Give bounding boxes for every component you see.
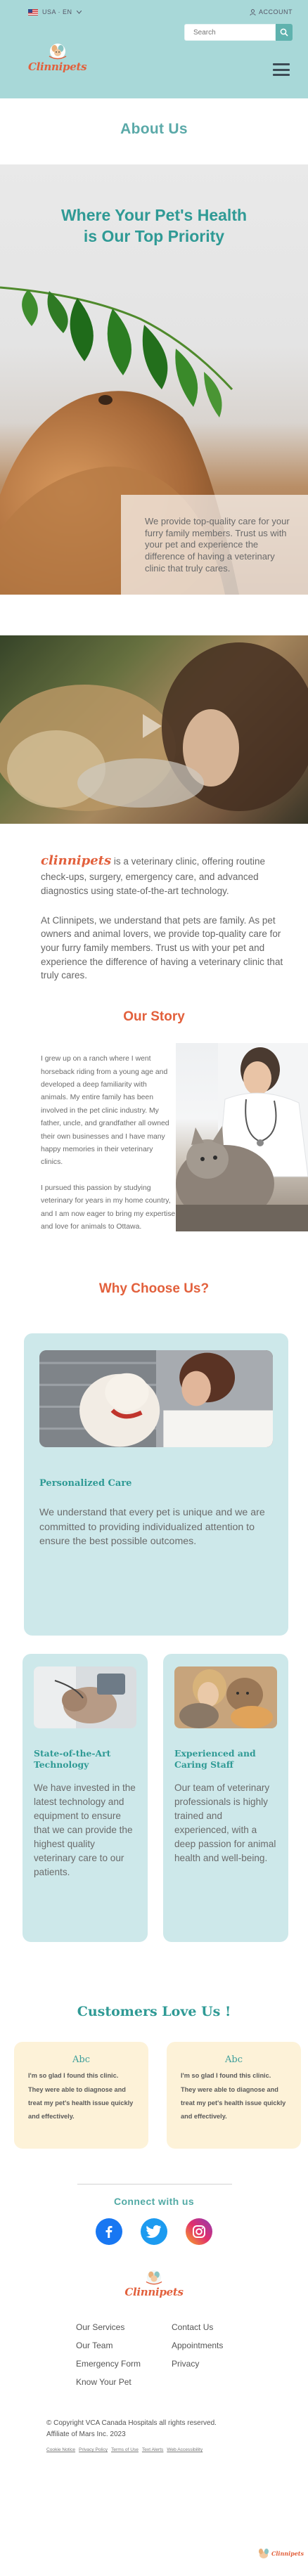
footer-link-emergency[interactable]: Emergency Form xyxy=(76,2355,172,2373)
user-icon xyxy=(250,8,256,15)
intro-section: clinnipets is a veterinary clinic, offer… xyxy=(0,824,308,983)
vet-equipment-photo xyxy=(34,1666,136,1729)
story-title: Our Story xyxy=(123,1009,185,1025)
video-player[interactable] xyxy=(0,635,308,824)
vet-equipment-illustration xyxy=(34,1666,136,1729)
feature-card-title: Personalized Care xyxy=(39,1478,132,1489)
testimonial-author: Abc xyxy=(225,2054,243,2066)
site-header: USA · EN ACCOUNT Clinnipets xyxy=(0,0,308,98)
page-title: About Us xyxy=(120,121,188,137)
feature-card-body: Our team of veterinary professionals is … xyxy=(174,1782,276,1864)
hero-title-line: Where Your Pet's Health xyxy=(60,206,248,224)
story-text: I grew up on a ranch where I went horseb… xyxy=(0,1053,176,1234)
menu-line-icon xyxy=(273,63,290,65)
story-section: I grew up on a ranch where I went horseb… xyxy=(0,1043,308,1234)
language-selector[interactable]: USA · EN xyxy=(28,8,82,15)
footer-link-contact[interactable]: Contact Us xyxy=(172,2318,267,2336)
footer-column: Our Services Our Team Emergency Form Kno… xyxy=(76,2318,172,2391)
legal-link-privacy[interactable]: Privacy Policy xyxy=(79,2447,108,2452)
footer-links: Our Services Our Team Emergency Form Kno… xyxy=(76,2318,308,2391)
corner-logo-text: Clinnipets xyxy=(271,2550,304,2557)
footer-logo[interactable]: Clinnipets xyxy=(0,2269,308,2298)
facebook-link[interactable] xyxy=(96,2218,122,2246)
us-flag-icon xyxy=(28,8,38,15)
testimonial-card: Abc I'm so glad I found this clinic. The… xyxy=(167,2042,301,2149)
social-links xyxy=(0,2218,308,2246)
footer-link-privacy[interactable]: Privacy xyxy=(172,2355,267,2373)
hero-title: Where Your Pet's Health is Our Top Prior… xyxy=(0,205,308,247)
corner-logo: Clinnipets xyxy=(257,2548,304,2559)
testimonials-row: Abc I'm so glad I found this clinic. The… xyxy=(14,2042,301,2149)
feature-card-title: State-of-the-Art Technology xyxy=(34,1748,111,1770)
search-input[interactable] xyxy=(184,24,276,41)
hero-card-text: We provide top-quality care for your fur… xyxy=(145,516,290,574)
intro-paragraph: At Clinnipets, we understand that pets a… xyxy=(41,914,283,981)
footer-link-services[interactable]: Our Services xyxy=(76,2318,172,2336)
account-link[interactable]: ACCOUNT xyxy=(250,8,293,15)
why-title: Why Choose Us? xyxy=(98,1281,210,1297)
feature-cards-row: State-of-the-Art Technology We have inve… xyxy=(23,1654,288,1943)
copyright: © Copyright VCA Canada Hospitals all rig… xyxy=(46,2418,308,2440)
footer-column: Contact Us Appointments Privacy xyxy=(172,2318,267,2391)
testimonial-card: Abc I'm so glad I found this clinic. The… xyxy=(14,2042,148,2149)
vet-photo-illustration xyxy=(176,1043,308,1232)
connect-title: Connect with us xyxy=(113,2196,195,2208)
footer-link-know-pet[interactable]: Know Your Pet xyxy=(76,2373,172,2391)
logo-text: Clinnipets xyxy=(28,60,87,73)
dog-hug-photo xyxy=(39,1350,273,1448)
legal-links: Cookie Notice Privacy Policy Terms of Us… xyxy=(46,2447,308,2452)
staff-with-cats-photo xyxy=(174,1666,277,1729)
feature-card: Experienced and Caring Staff Our team of… xyxy=(163,1654,288,1943)
top-bar: USA · EN ACCOUNT xyxy=(0,0,308,15)
feature-card: Personalized Care We understand that eve… xyxy=(24,1333,288,1636)
hero-card: We provide top-quality care for your fur… xyxy=(121,495,308,595)
language-label: USA · EN xyxy=(42,8,72,15)
feature-card-body: We understand that every pet is unique a… xyxy=(39,1507,265,1548)
copyright-line: © Copyright VCA Canada Hospitals all rig… xyxy=(46,2419,217,2428)
chevron-down-icon xyxy=(76,10,82,14)
legal-link-text-alerts[interactable]: Text Alerts xyxy=(142,2447,163,2452)
testimonials-title: Customers Love Us ! xyxy=(77,2004,231,2020)
staff-with-cats-illustration xyxy=(174,1666,277,1729)
play-icon[interactable] xyxy=(132,708,167,744)
search-button[interactable] xyxy=(276,24,293,41)
testimonial-author: Abc xyxy=(72,2054,90,2066)
vet-with-cat-photo xyxy=(176,1043,308,1232)
story-paragraph: I pursued this passion by studying veter… xyxy=(41,1184,176,1231)
intro-paragraph: clinnipets is a veterinary clinic, offer… xyxy=(41,852,287,898)
feature-card: State-of-the-Art Technology We have inve… xyxy=(23,1654,148,1943)
logo-text: Clinnipets xyxy=(124,2286,184,2299)
legal-link-terms[interactable]: Terms of Use xyxy=(111,2447,139,2452)
search-icon xyxy=(280,28,288,37)
footer-link-appointments[interactable]: Appointments xyxy=(172,2336,267,2355)
divider xyxy=(77,2184,232,2185)
menu-line-icon xyxy=(273,68,290,71)
dog-hug-illustration xyxy=(39,1350,273,1448)
instagram-link[interactable] xyxy=(186,2218,212,2246)
twitter-link[interactable] xyxy=(141,2218,167,2246)
legal-link-accessibility[interactable]: Web Accessibility xyxy=(167,2447,203,2452)
testimonial-text: I'm so glad I found this clinic. They we… xyxy=(181,2072,286,2121)
search-bar xyxy=(184,24,293,41)
hero-section: Where Your Pet's Health is Our Top Prior… xyxy=(0,164,308,595)
brand-name: clinnipets xyxy=(41,853,112,868)
menu-button[interactable] xyxy=(273,63,290,76)
feature-card-title: Experienced and Caring Staff xyxy=(174,1748,256,1770)
copyright-line: Affiliate of Mars Inc. 2023 xyxy=(46,2431,126,2439)
hero-title-line: is Our Top Priority xyxy=(83,226,225,245)
dog-icon xyxy=(259,2549,269,2558)
story-paragraph: I grew up on a ranch where I went horseb… xyxy=(41,1055,169,1167)
logo-mark-icon xyxy=(146,2270,162,2285)
testimonial-text: I'm so glad I found this clinic. They we… xyxy=(28,2072,134,2121)
site-logo[interactable]: Clinnipets xyxy=(28,42,87,73)
logo-mark-icon xyxy=(49,44,66,60)
facebook-icon xyxy=(105,2226,113,2239)
menu-line-icon xyxy=(273,74,290,76)
legal-link-cookie[interactable]: Cookie Notice xyxy=(46,2447,75,2452)
feature-card-body: We have invested in the latest technolog… xyxy=(34,1782,136,1878)
instagram-icon xyxy=(193,2225,205,2239)
account-label: ACCOUNT xyxy=(259,8,293,15)
footer-link-team[interactable]: Our Team xyxy=(76,2336,172,2355)
twitter-icon xyxy=(146,2225,162,2239)
